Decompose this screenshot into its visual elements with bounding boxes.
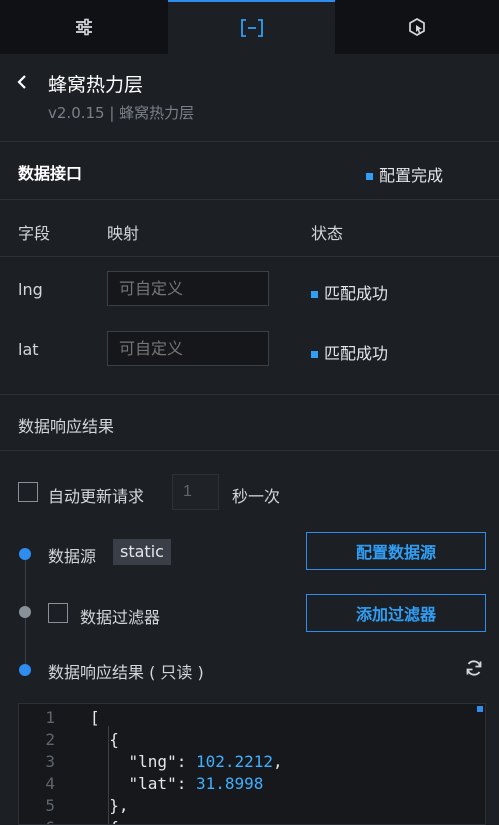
status-dot-icon [311,351,318,358]
datasource-type-badge: static [113,539,171,565]
code-line: 3 "lng": 102.2212, [19,751,485,773]
line-number: 4 [45,774,55,793]
status-dot-icon [311,291,318,298]
line-number: 3 [45,752,55,771]
json-key: "lng": [90,752,196,771]
code-line: 6 { [19,817,485,824]
code-line: 4 "lat": 31.8998 [19,773,485,795]
line-content: { [90,817,119,824]
line-content: }, [90,796,129,815]
config-status-text: 配置完成 [379,166,444,185]
data-bracket-icon [240,19,263,37]
field-name-lng: lng [18,280,43,299]
section-divider [0,394,499,395]
json-punct: , [273,752,283,771]
back-arrow-icon[interactable] [14,72,30,92]
filter-label: 数据过滤器 [80,608,161,627]
component-title: 蜂窝热力层 [48,74,144,96]
mapping-input-lng[interactable] [107,271,269,306]
add-filter-button[interactable]: 添加过滤器 [306,594,486,632]
line-number: 1 [45,708,55,727]
interval-unit: 秒一次 [232,487,281,506]
interaction-icon [409,18,425,36]
tab-data[interactable] [168,0,335,54]
line-number: 2 [45,730,55,749]
column-header-status: 状态 [311,224,344,243]
section-divider [0,450,499,451]
response-section-title: 数据响应结果 [18,417,115,436]
filter-checkbox[interactable] [48,603,68,623]
line-number: 6 [19,817,55,824]
sliders-icon [76,18,92,36]
line-content: "lat": 31.8998 [90,773,264,795]
tab-interaction[interactable] [335,0,499,54]
line-number: 5 [45,796,55,815]
configure-datasource-button[interactable]: 配置数据源 [306,532,486,570]
step-dot-filter [19,606,31,618]
line-content: { [90,730,119,749]
json-key: "lat": [90,774,196,793]
mapping-input-lat[interactable] [107,331,269,366]
table-header-divider [0,256,499,257]
step-dot-datasource [19,548,31,560]
field-name-lat: lat [18,340,39,359]
auto-update-checkbox[interactable] [18,482,38,502]
code-line: 2 { [19,729,485,751]
component-version: v2.0.15 | 蜂窝热力层 [48,104,195,122]
auto-update-label: 自动更新请求 [48,487,145,506]
line-content: "lng": 102.2212, [90,751,283,773]
column-header-field: 字段 [18,224,51,243]
tab-style[interactable] [0,0,168,54]
column-header-mapping: 映射 [107,224,140,243]
step-dot-result [19,664,31,676]
status-dot-icon [366,173,373,180]
json-value: 31.8998 [195,774,264,793]
component-header [0,54,499,142]
data-interface-title: 数据接口 [18,163,83,183]
result-readonly-label: 数据响应结果 ( 只读 ) [48,663,204,682]
refresh-icon[interactable] [464,658,484,678]
interval-input[interactable] [172,474,219,510]
match-status-text: 匹配成功 [324,284,389,303]
config-status-badge: 配置完成 [366,162,443,186]
code-line: 1 [ [19,707,485,729]
json-result-viewer[interactable]: 1 [ 2 { 3 "lng": 102.2212, 4 "lat": 31.8… [18,703,486,825]
line-content: [ [90,708,100,727]
json-value: 102.2212 [195,752,274,771]
match-status-lng: 匹配成功 [311,280,388,304]
code-line: 5 }, [19,795,485,817]
match-status-text: 匹配成功 [324,344,389,363]
datasource-label: 数据源 [48,547,97,566]
match-status-lat: 匹配成功 [311,340,388,364]
panel-tab-bar [0,0,499,54]
